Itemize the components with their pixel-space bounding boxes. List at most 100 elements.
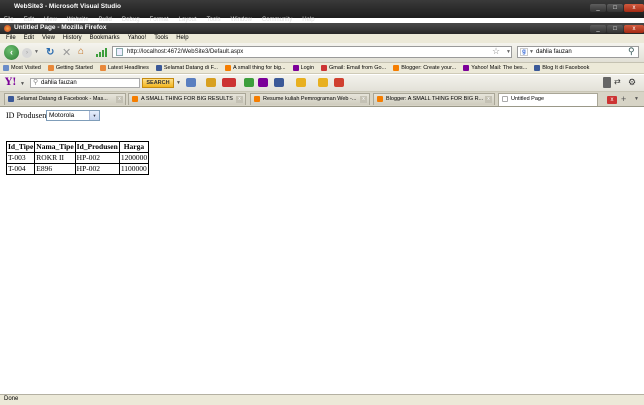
tab-list-dropdown-icon[interactable]: ▼ bbox=[634, 96, 639, 102]
search-engine-icon[interactable]: g bbox=[520, 48, 528, 56]
bookmark-blog-it-facebook[interactable]: Blog It di Facebook bbox=[534, 63, 589, 73]
search-engine-dropdown-icon[interactable]: ▼ bbox=[529, 49, 534, 55]
select-dropdown-icon[interactable]: ▼ bbox=[89, 111, 99, 120]
tab-untitled-page[interactable]: Untitled Page bbox=[498, 93, 598, 106]
firefox-logo-icon bbox=[4, 25, 11, 32]
blogger-icon bbox=[132, 96, 138, 102]
bookmark-small-thing[interactable]: A small thing for big... bbox=[224, 63, 286, 73]
yahoo-toolbar-button-icon[interactable] bbox=[186, 78, 196, 87]
page-favicon-icon bbox=[116, 48, 123, 56]
url-text[interactable]: http://localhost:4672/WebSite3/Default.a… bbox=[127, 49, 243, 55]
status-text: Done bbox=[4, 396, 19, 402]
yahoo-search-dropdown-icon[interactable]: ▼ bbox=[176, 80, 181, 86]
id-produsen-select[interactable]: Motorola ▼ bbox=[46, 110, 100, 121]
tab-resume-kuliah[interactable]: Resume kuliah Pemrograman Web -... x bbox=[250, 93, 370, 105]
menu-bookmarks[interactable]: Bookmarks bbox=[90, 34, 120, 43]
menu-history[interactable]: History bbox=[63, 34, 82, 43]
toolbar-options-icon[interactable] bbox=[603, 77, 611, 88]
search-input[interactable]: dahlia fauzan bbox=[536, 49, 572, 55]
flickr-icon[interactable] bbox=[274, 78, 284, 87]
cell-nama-tipe: E896 bbox=[34, 163, 76, 175]
back-button[interactable]: ‹ bbox=[4, 45, 19, 60]
menu-view[interactable]: View bbox=[42, 34, 55, 43]
bookmark-getting-started[interactable]: Getting Started bbox=[47, 63, 93, 73]
gmail-icon bbox=[321, 65, 328, 71]
status-bar bbox=[0, 394, 644, 405]
blogger-icon bbox=[254, 96, 260, 102]
firefox-window-title: Untitled Page - Mozilla Firefox bbox=[14, 24, 107, 31]
table-row: T-003 ROKR II HP-002 1200000 bbox=[5, 152, 150, 164]
messenger-icon[interactable] bbox=[244, 78, 254, 87]
menu-tools[interactable]: Tools bbox=[154, 34, 168, 43]
minimize-button[interactable]: _ bbox=[590, 25, 606, 33]
rss-feed-icon bbox=[99, 65, 106, 71]
menu-edit[interactable]: Edit bbox=[24, 34, 34, 43]
home-icon[interactable]: ⌂ bbox=[78, 46, 90, 57]
blogger-icon bbox=[224, 65, 231, 71]
facebook-icon bbox=[155, 65, 162, 71]
games-icon[interactable] bbox=[296, 78, 306, 87]
vs-maximize-button[interactable]: □ bbox=[607, 4, 623, 12]
table-row: T-004 E896 HP-002 1100000 bbox=[5, 163, 150, 175]
blogger-icon bbox=[377, 96, 383, 102]
reload-icon[interactable]: ↻ bbox=[46, 47, 54, 58]
table-header-row: Id_Tipe Nama_Tipe Id_Produsen Harga bbox=[5, 141, 150, 153]
toolbar-pencil-icon[interactable]: ⇄ bbox=[614, 77, 621, 86]
tab-blogger[interactable]: Blogger: A SMALL THING FOR BIG R... x bbox=[373, 93, 495, 105]
tab-close-icon[interactable]: x bbox=[360, 96, 367, 103]
tab-close-icon[interactable]: x bbox=[116, 96, 123, 103]
vs-window-title: WebSite3 - Microsoft Visual Studio bbox=[14, 3, 122, 10]
news-icon[interactable] bbox=[334, 78, 344, 87]
url-dropdown-icon[interactable]: ▼ bbox=[506, 49, 511, 55]
blogger-icon bbox=[393, 65, 400, 71]
tab-small-thing[interactable]: A SMALL THING FOR BIG RESULTS x bbox=[128, 93, 246, 105]
header-id-tipe: Id_Tipe bbox=[5, 141, 36, 153]
stop-icon[interactable]: ✕ bbox=[62, 46, 71, 59]
bookmark-blogger[interactable]: Blogger: Create your... bbox=[393, 63, 456, 73]
browser-menu-bar: File Edit View History Bookmarks Yahoo! … bbox=[0, 34, 644, 43]
mail-icon[interactable] bbox=[206, 78, 216, 87]
bookmark-yahoo-mail[interactable]: Yahoo! Mail: The bes... bbox=[463, 63, 527, 73]
id-produsen-label: ID Produsen bbox=[6, 111, 47, 120]
history-dropdown-icon[interactable]: ▼ bbox=[34, 49, 39, 55]
tab-facebook[interactable]: Selamat Datang di Facebook - Mas... x bbox=[4, 93, 126, 105]
tab-close-active-icon[interactable]: x bbox=[607, 96, 617, 104]
bookmark-login[interactable]: Login bbox=[292, 63, 314, 73]
bookmark-latest-headlines[interactable]: Latest Headlines bbox=[99, 63, 149, 73]
tab-close-icon[interactable]: x bbox=[485, 96, 492, 103]
menu-help[interactable]: Help bbox=[176, 34, 188, 43]
bookmark-folder-icon bbox=[3, 65, 9, 71]
maximize-button[interactable]: □ bbox=[607, 25, 623, 33]
header-id-produsen: Id_Produsen bbox=[74, 141, 120, 153]
products-table: Id_Tipe Nama_Tipe Id_Produsen Harga T-00… bbox=[5, 141, 150, 175]
bookmark-most-visited[interactable]: Most Visited bbox=[3, 63, 41, 73]
tab-close-icon[interactable]: x bbox=[236, 96, 243, 103]
yahoo-app-icon[interactable] bbox=[258, 78, 268, 87]
menu-file[interactable]: File bbox=[6, 34, 16, 43]
header-nama-tipe: Nama_Tipe bbox=[34, 141, 76, 153]
forward-button[interactable]: › bbox=[22, 48, 32, 58]
yahoo-search-button[interactable]: SEARCH bbox=[142, 78, 174, 88]
close-button[interactable]: x bbox=[624, 25, 644, 33]
yahoo-menu-dropdown-icon[interactable]: ▼ bbox=[20, 81, 25, 87]
vs-minimize-button[interactable]: _ bbox=[590, 4, 606, 12]
cell-id-produsen: HP-002 bbox=[74, 152, 120, 164]
yahoo-logo-icon[interactable]: Y! bbox=[5, 77, 17, 88]
cell-id-produsen: HP-002 bbox=[74, 163, 120, 175]
cell-nama-tipe: ROKR II bbox=[34, 152, 76, 164]
vs-close-button[interactable]: x bbox=[624, 4, 644, 12]
search-magnifier-icon[interactable]: ⚲ bbox=[628, 46, 635, 57]
bookmark-gmail[interactable]: Gmail: Email from Go... bbox=[321, 63, 386, 73]
menu-yahoo[interactable]: Yahoo! bbox=[128, 34, 147, 43]
cell-id-tipe: T-003 bbox=[5, 152, 36, 164]
cell-id-tipe: T-004 bbox=[5, 163, 36, 175]
gear-icon[interactable]: ⚙ bbox=[628, 77, 636, 88]
yahoo-search-input[interactable]: dahlia fauzan bbox=[41, 80, 77, 86]
bookmark-star-icon[interactable]: ☆ bbox=[492, 46, 500, 57]
weather-icon[interactable] bbox=[318, 78, 328, 87]
notification-badge-icon[interactable] bbox=[222, 78, 236, 87]
bookmark-facebook[interactable]: Selamat Datang di F... bbox=[155, 63, 218, 73]
new-tab-icon[interactable]: + bbox=[621, 94, 626, 104]
facebook-icon bbox=[8, 96, 14, 102]
cell-harga: 1100000 bbox=[118, 163, 150, 175]
